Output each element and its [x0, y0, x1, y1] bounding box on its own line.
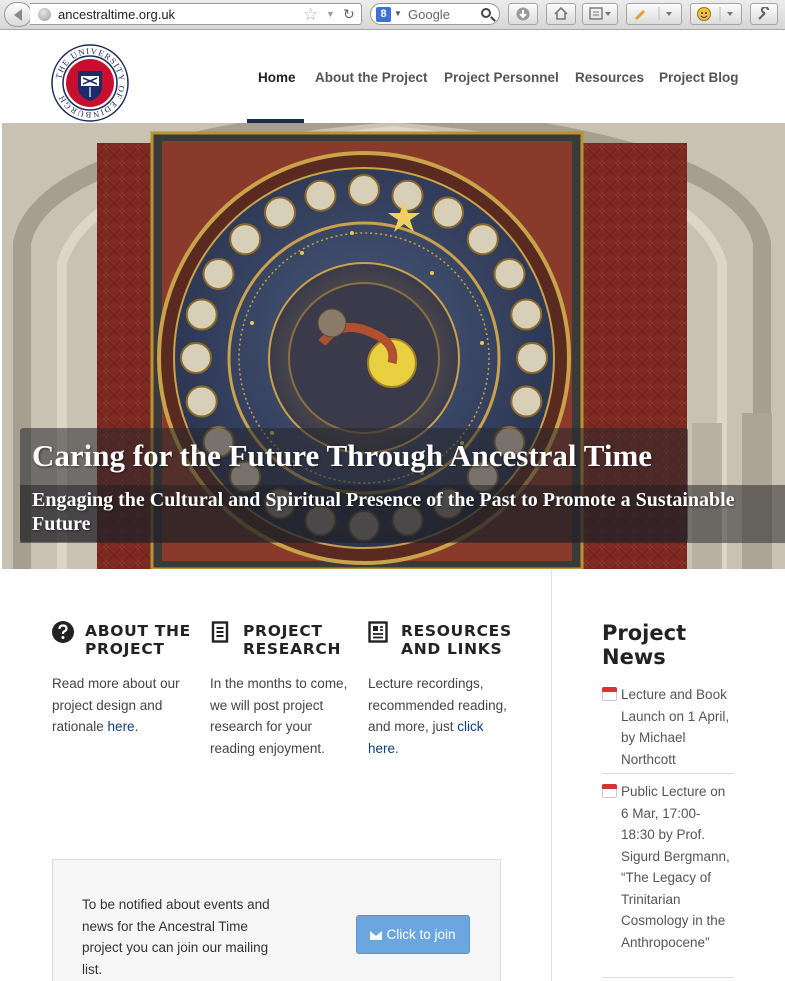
clock-hour-cartouche — [493, 258, 526, 290]
address-bar[interactable]: ancestraltime.org.uk ☆ ▼ ↻ — [30, 3, 362, 25]
clock-hour-cartouche — [510, 385, 543, 418]
feature-heading-line: PROJECT — [85, 640, 165, 658]
clock-hour-cartouche — [229, 223, 262, 256]
project-news-title: Project News — [602, 621, 687, 669]
hero-caption: Caring for the Future Through Ancestral … — [20, 428, 785, 543]
clock-hour-cartouche — [466, 223, 499, 256]
news-item-text[interactable]: Public Lecture on 6 Mar, 17:00-18:30 by … — [621, 781, 733, 953]
university-logo[interactable]: THE UNIVERSITY OF EDINBURGH — [50, 43, 130, 123]
smiley-icon — [697, 7, 733, 21]
home-button[interactable] — [546, 3, 576, 25]
news-item-text[interactable]: Lecture and Book Launch on 1 April, by M… — [621, 684, 733, 770]
feature-heading: RESOURCES AND LINKS — [401, 622, 512, 658]
bookmark-star-icon[interactable]: ☆ — [303, 5, 318, 25]
nav-project-personnel[interactable]: Project Personnel — [444, 70, 559, 85]
question-icon — [52, 621, 74, 643]
clock-hour-cartouche — [304, 179, 337, 212]
addon-button[interactable] — [626, 3, 682, 25]
feature-heading: PROJECT RESEARCH — [243, 622, 341, 658]
clock-hour-cartouche — [391, 179, 424, 212]
hero-title: Caring for the Future Through Ancestral … — [32, 438, 653, 473]
clock-hour-cartouche — [202, 258, 235, 290]
home-icon — [554, 6, 568, 20]
search-bar[interactable]: 8 ▼ Google — [370, 3, 500, 25]
reload-icon[interactable]: ↻ — [343, 6, 355, 23]
browser-toolbar: ancestraltime.org.uk ☆ ▼ ↻ 8 ▼ Google — [0, 0, 785, 30]
hero-banner: Caring for the Future Through Ancestral … — [2, 123, 785, 569]
feature-heading-line: RESEARCH — [243, 640, 342, 658]
hero-subtitle: Engaging the Cultural and Spiritual Pres… — [32, 489, 735, 535]
feature-heading-line: PROJECT — [243, 622, 323, 640]
feature-text: In the months to come, we will post proj… — [210, 676, 348, 756]
url-text: ancestraltime.org.uk — [58, 7, 176, 22]
feature-text-end: . — [395, 740, 399, 756]
feature-heading: ABOUT THE PROJECT — [85, 622, 191, 658]
click-to-join-button[interactable]: Click to join — [356, 915, 470, 954]
calendar-icon — [602, 784, 617, 798]
feature-text-end: . — [134, 719, 139, 734]
sidebar-divider — [551, 570, 552, 981]
clock-hour-cartouche — [432, 196, 464, 229]
tools-button[interactable] — [750, 3, 778, 25]
mailing-list-text: To be notified about events and news for… — [82, 897, 270, 977]
download-button[interactable] — [508, 3, 538, 25]
clock-hour-cartouche — [185, 385, 218, 418]
clock-hour-cartouche — [180, 342, 212, 374]
nav-project-blog[interactable]: Project Blog — [659, 70, 739, 85]
newspaper-icon — [368, 621, 388, 643]
calendar-icon — [602, 687, 617, 701]
feature-heading-line: ABOUT THE — [85, 622, 191, 640]
mailing-list-box: To be notified about events and news for… — [52, 859, 501, 981]
site-header: THE UNIVERSITY OF EDINBURGH Home About t… — [0, 31, 785, 123]
news-separator — [602, 977, 734, 978]
globe-icon — [38, 8, 51, 21]
back-arrow-icon — [14, 9, 22, 21]
nav-resources[interactable]: Resources — [575, 70, 644, 85]
feature-text-body: Lecture recordings, recommended reading,… — [368, 676, 507, 734]
clock-hour-cartouche — [264, 196, 296, 229]
wrench-icon — [758, 5, 770, 20]
clock-hour-cartouche — [348, 174, 380, 206]
search-engine-icon[interactable]: 8 — [376, 7, 391, 22]
join-button-label: Click to join — [386, 927, 456, 942]
search-placeholder: Google — [408, 7, 450, 22]
feature-text: Read more about our project design and r… — [52, 673, 197, 738]
clock-hour-cartouche — [510, 298, 543, 331]
nav-about-the-project[interactable]: About the Project — [315, 70, 428, 85]
feature-heading-line: RESOURCES — [401, 622, 512, 640]
clock-hour-cartouche — [516, 342, 548, 374]
document-icon — [211, 621, 229, 643]
back-button[interactable] — [4, 2, 32, 27]
persona-button[interactable] — [690, 3, 742, 25]
download-icon — [516, 7, 530, 21]
bookmarks-button[interactable] — [582, 3, 618, 25]
search-engine-dropdown-icon[interactable]: ▼ — [394, 9, 402, 18]
feature-text: Lecture recordings, recommended reading,… — [368, 673, 513, 759]
bookmarks-icon — [589, 7, 611, 20]
search-icon[interactable] — [481, 8, 491, 18]
feature-heading-line: AND LINKS — [401, 640, 503, 658]
about-here-link[interactable]: here — [108, 719, 135, 734]
envelope-icon — [370, 931, 383, 940]
clock-hour-cartouche — [185, 298, 218, 331]
news-separator — [602, 773, 734, 774]
nav-home[interactable]: Home — [258, 70, 296, 85]
pencil-icon — [635, 7, 672, 21]
history-dropdown-icon[interactable]: ▼ — [326, 9, 335, 19]
